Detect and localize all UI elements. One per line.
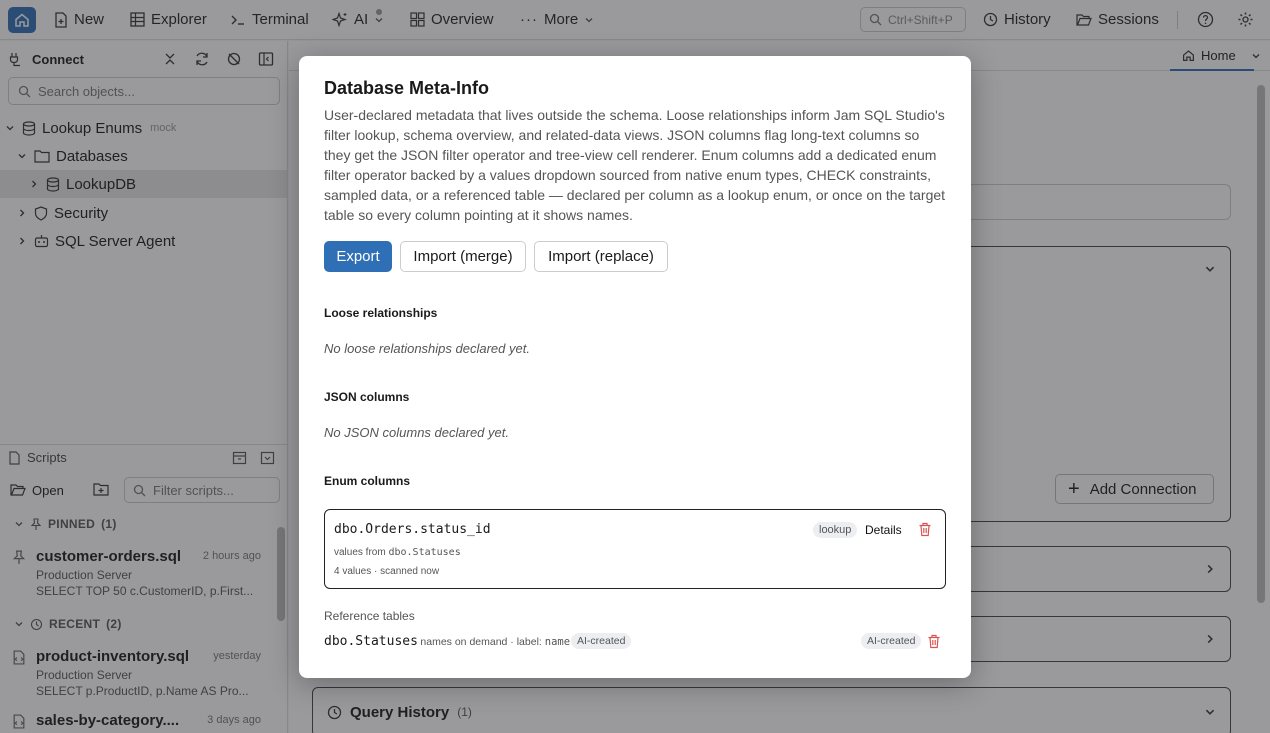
json-columns-empty: No JSON columns declared yet. [324,425,509,440]
enum-stats: 4 values · scanned now [334,566,440,577]
ai-created-badge: AI-created [861,633,922,649]
loose-relationships-empty: No loose relationships declared yet. [324,341,530,356]
values-from-label: values from [334,547,386,558]
lookup-badge: lookup [813,522,858,538]
export-button[interactable]: Export [324,241,392,272]
meta-info-dialog: Database Meta-Info User-declared metadat… [299,56,971,678]
values-from: values from dbo.Statuses [334,547,461,558]
ai-created-badge: AI-created [571,633,632,649]
values-from-table: dbo.Statuses [388,547,461,558]
details-button[interactable]: Details [865,523,902,537]
reference-label-column: name [544,636,571,648]
json-columns-title: JSON columns [324,390,410,404]
trash-icon[interactable] [918,522,932,537]
reference-meta-prefix: · names on demand · label: [414,636,542,648]
reference-tables-title: Reference tables [324,609,415,623]
import-merge-button[interactable]: Import (merge) [400,241,526,272]
loose-relationships-title: Loose relationships [324,306,438,320]
dialog-title: Database Meta-Info [324,78,490,98]
reference-table-meta: · names on demand · label: name [414,636,570,648]
enum-column-card: dbo.Orders.status_id lookup Details valu… [324,509,946,589]
import-replace-button[interactable]: Import (replace) [534,241,668,272]
enum-column-name: dbo.Orders.status_id [334,522,491,537]
reference-table-name: dbo.Statuses [324,634,418,649]
dialog-description: User-declared metadata that lives outsid… [324,107,946,223]
reference-table-row: dbo.Statuses · names on demand · label: … [324,632,946,654]
enum-columns-title: Enum columns [324,474,411,488]
trash-icon[interactable] [927,634,941,649]
